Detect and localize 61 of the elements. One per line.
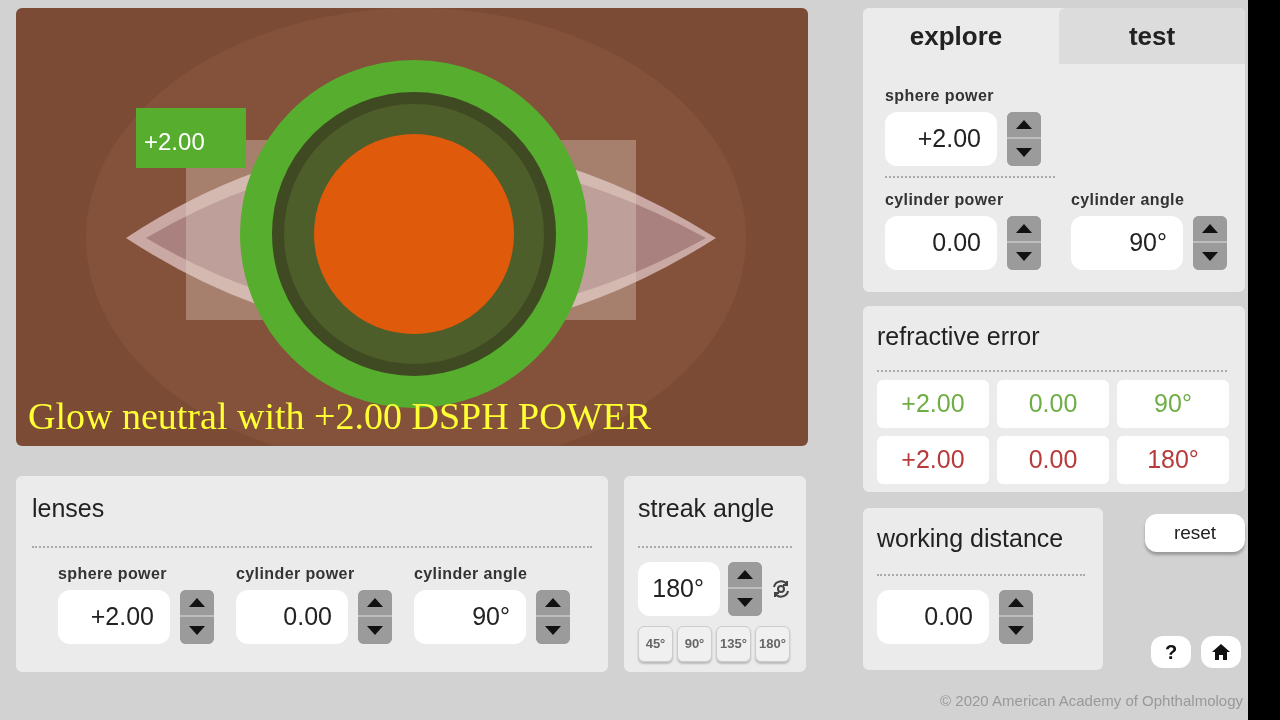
stepper-up-button[interactable]: [1193, 216, 1227, 243]
panel-title: working distance: [877, 523, 1065, 554]
help-button[interactable]: ?: [1151, 636, 1191, 668]
angle-preset-button[interactable]: 180°: [755, 625, 790, 662]
number-field[interactable]: +2.00: [885, 112, 997, 166]
up-arrow-icon: [1016, 120, 1032, 129]
reset-button[interactable]: reset: [1145, 514, 1245, 552]
value-cell: +2.00: [877, 435, 989, 484]
stepper-up-button[interactable]: [999, 589, 1033, 617]
field-label: sphere power: [885, 86, 995, 106]
value-cell: 180°: [1117, 435, 1229, 484]
number-field[interactable]: 90°: [1071, 216, 1183, 270]
number-field[interactable]: +2.00: [58, 589, 170, 644]
up-arrow-icon: [1202, 224, 1218, 233]
down-arrow-icon: [189, 625, 205, 635]
number-field[interactable]: 0.00: [236, 589, 348, 644]
up-arrow-icon: [1016, 224, 1032, 233]
stepper-up-button[interactable]: [1007, 216, 1041, 243]
angle-preset-button[interactable]: 135°: [716, 625, 751, 662]
panel-title: refractive error: [877, 321, 1041, 352]
number-field[interactable]: 90°: [414, 589, 526, 644]
down-arrow-icon: [545, 625, 561, 635]
value-cell: 90°: [1117, 379, 1229, 428]
copyright-text: © 2020 American Academy of Ophthalmology: [939, 691, 1244, 711]
up-arrow-icon: [737, 569, 753, 579]
up-arrow-icon: [545, 597, 561, 607]
field-label: cylinder angle: [414, 563, 529, 584]
angle-preset-button[interactable]: 45°: [638, 625, 673, 662]
value-cell: +2.00: [877, 379, 989, 428]
value-cell: 0.00: [997, 379, 1109, 428]
up-arrow-icon: [367, 597, 383, 607]
number-field[interactable]: 0.00: [877, 589, 989, 644]
video-caption: Glow neutral with +2.00 DSPH POWER: [28, 394, 652, 439]
field-label: sphere power: [58, 563, 168, 584]
number-field[interactable]: 180°: [638, 561, 720, 616]
field-label: cylinder power: [885, 190, 1005, 210]
lens-power-label: +2.00: [144, 127, 205, 157]
stepper-up-button[interactable]: [358, 589, 392, 617]
up-arrow-icon: [189, 597, 205, 607]
down-arrow-icon: [1008, 625, 1024, 635]
panel-title: lenses: [32, 493, 106, 524]
field-label: cylinder power: [236, 563, 356, 584]
up-arrow-icon: [1008, 597, 1024, 607]
rotate-icon[interactable]: [770, 577, 792, 600]
angle-preset-button[interactable]: 90°: [677, 625, 712, 662]
stepper-up-button[interactable]: [536, 589, 570, 617]
home-icon: [1211, 643, 1231, 661]
value-cell: 0.00: [997, 435, 1109, 484]
down-arrow-icon: [367, 625, 383, 635]
down-arrow-icon: [1016, 252, 1032, 261]
stepper-up-button[interactable]: [728, 561, 762, 589]
stepper-up-button[interactable]: [180, 589, 214, 617]
stepper-up-button[interactable]: [1007, 112, 1041, 139]
panel-title: streak angle: [638, 493, 776, 524]
home-button[interactable]: [1201, 636, 1241, 668]
down-arrow-icon: [1016, 148, 1032, 157]
down-arrow-icon: [1202, 252, 1218, 261]
number-field[interactable]: 0.00: [885, 216, 997, 270]
down-arrow-icon: [737, 597, 753, 607]
field-label: cylinder angle: [1071, 190, 1186, 210]
tab[interactable]: test: [1059, 8, 1245, 64]
